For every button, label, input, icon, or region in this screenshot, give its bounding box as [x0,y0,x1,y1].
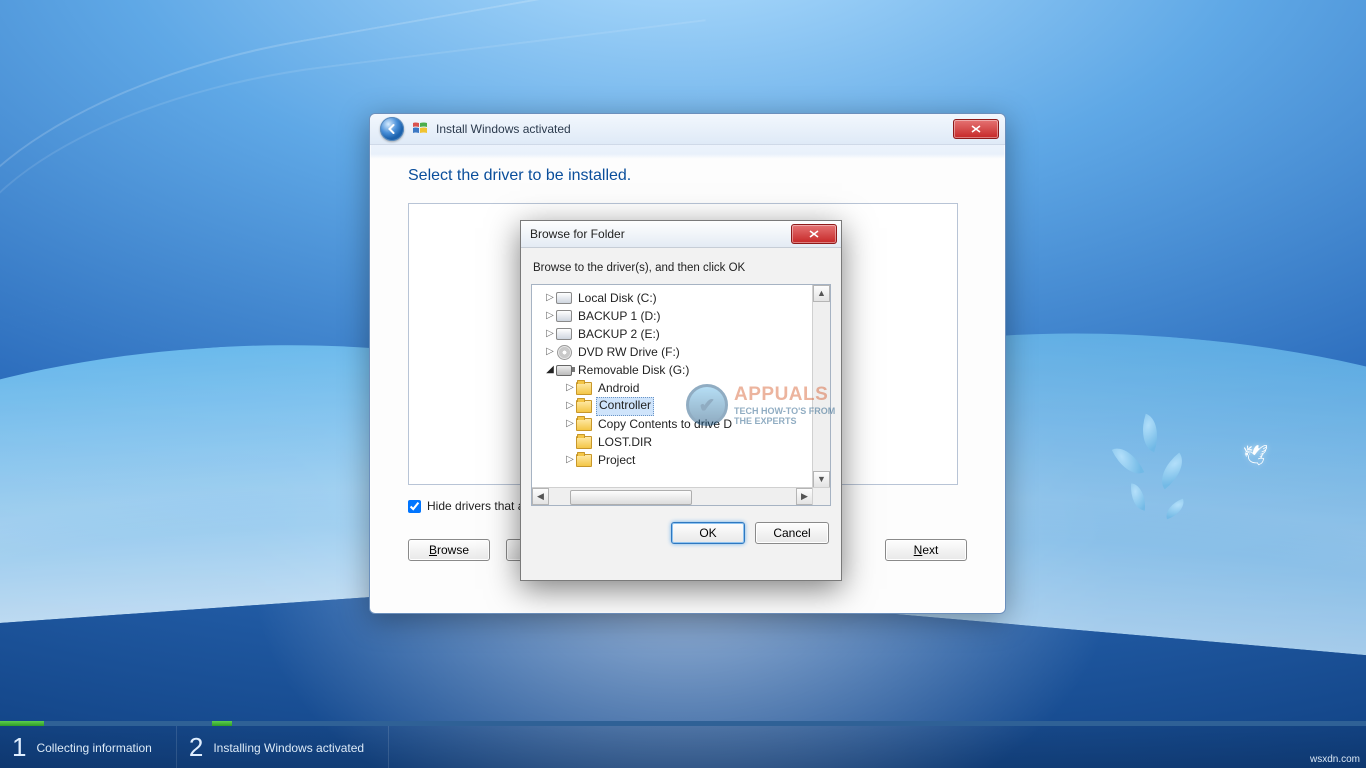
folder-icon [576,436,592,449]
installer-title: Install Windows activated [436,122,571,136]
scroll-right-arrow[interactable]: ▶ [796,488,813,505]
image-attribution: wsxdn.com [1310,754,1360,765]
step-number: 1 [12,732,26,763]
windows-flag-icon [412,121,428,138]
usb-drive-icon [556,365,572,376]
tree-node-backup-1[interactable]: ▷ BACKUP 1 (D:) [534,307,828,325]
setup-step-1: 1 Collecting information [0,721,177,768]
browse-close-button[interactable] [791,224,837,244]
folder-icon [576,418,592,431]
cancel-button[interactable]: Cancel [755,522,829,544]
scroll-up-arrow[interactable]: ▲ [813,285,830,302]
tree-node-dvd-drive[interactable]: ▷ DVD RW Drive (F:) [534,343,828,361]
setup-step-2: 2 Installing Windows activated [177,721,389,768]
tree-node-local-disk-c[interactable]: ▷ Local Disk (C:) [534,289,828,307]
scrollbar-corner [812,488,830,505]
optical-disc-icon [557,345,572,360]
progress-segment-1 [0,721,44,726]
decorative-leaves [1076,408,1196,558]
step-label: Installing Windows activated [213,741,364,755]
hard-disk-icon [556,328,572,340]
hard-disk-icon [556,310,572,322]
progress-segment-2 [212,721,232,726]
hide-drivers-label: Hide drivers that a [427,499,524,513]
folder-icon [576,382,592,395]
folder-icon [576,400,592,413]
back-button[interactable] [380,117,404,141]
tree-node-copy-contents[interactable]: ▷ Copy Contents to drive D [534,415,828,433]
browse-for-folder-dialog: Browse for Folder Browse to the driver(s… [520,220,842,581]
decorative-bird-icon: 🕊 [1243,443,1268,468]
installer-titlebar[interactable]: Install Windows activated [370,114,1005,145]
tree-node-lostdir[interactable]: LOST.DIR [534,433,828,451]
browse-button[interactable]: Browse [408,539,490,561]
tree-node-backup-2[interactable]: ▷ BACKUP 2 (E:) [534,325,828,343]
step-label: Collecting information [36,741,151,755]
setup-progress-bar [0,721,1366,726]
scroll-left-arrow[interactable]: ◀ [532,488,549,505]
hard-disk-icon [556,292,572,304]
hide-drivers-checkbox[interactable] [408,500,421,513]
tree-node-android[interactable]: ▷ Android [534,379,828,397]
close-button[interactable] [953,119,999,139]
vertical-scrollbar[interactable]: ▲ ▼ [812,285,830,488]
browse-title: Browse for Folder [530,227,625,241]
tree-node-removable-disk[interactable]: ◢ Removable Disk (G:) [534,361,828,379]
setup-footer: 1 Collecting information 2 Installing Wi… [0,721,1366,768]
scrollbar-thumb[interactable] [570,490,692,505]
next-button[interactable]: Next [885,539,967,561]
horizontal-scrollbar[interactable]: ◀ ▶ [532,487,830,505]
folder-tree[interactable]: ▷ Local Disk (C:) ▷ BACKUP 1 (D:) ▷ BACK… [531,284,831,506]
folder-icon [576,454,592,467]
tree-node-project[interactable]: ▷ Project [534,451,828,469]
browse-titlebar[interactable]: Browse for Folder [521,221,841,248]
step-number: 2 [189,732,203,763]
tree-node-controller[interactable]: ▷ Controller [534,397,828,415]
page-heading: Select the driver to be installed. [408,167,967,185]
ok-button[interactable]: OK [671,522,745,544]
browse-instruction: Browse to the driver(s), and then click … [521,248,841,284]
selected-folder-label: Controller [596,397,654,416]
scroll-down-arrow[interactable]: ▼ [813,471,830,488]
